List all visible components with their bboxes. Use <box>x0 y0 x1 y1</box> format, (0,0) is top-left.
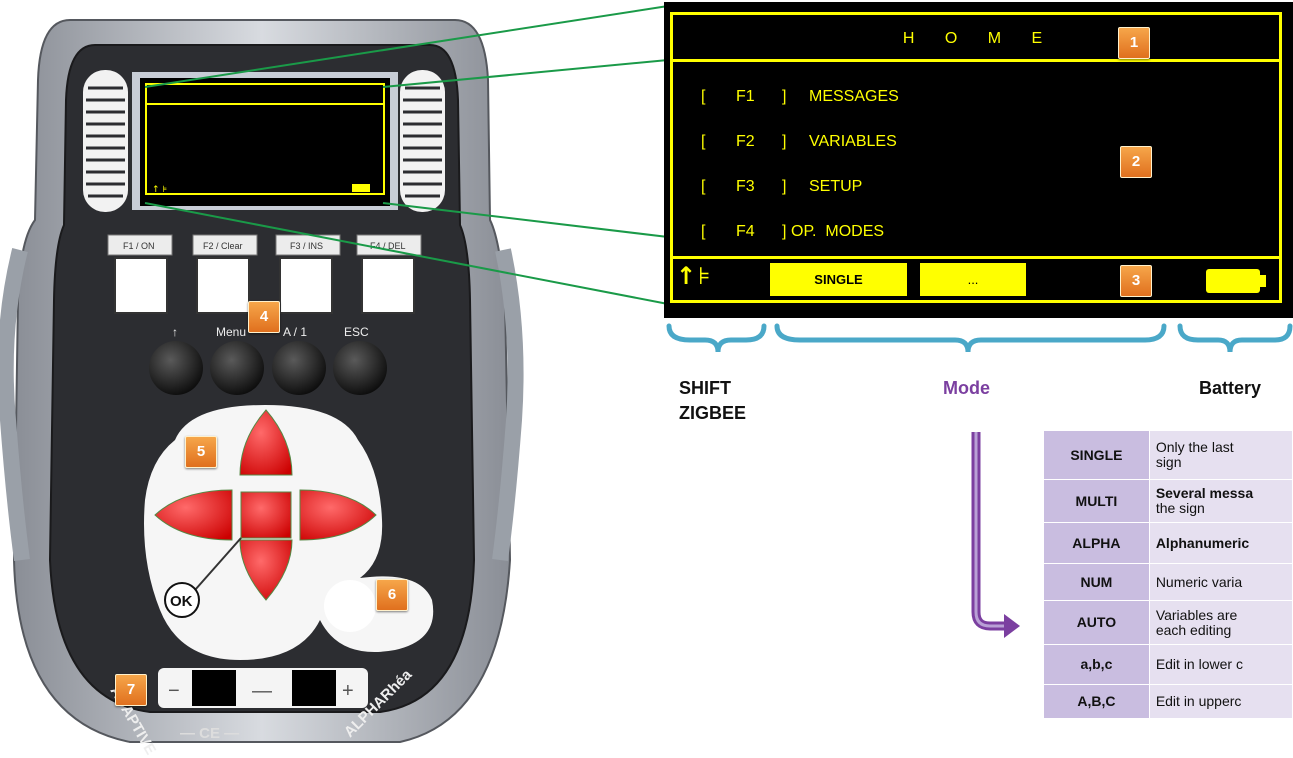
table-row: NUM Numeric varia <box>1043 563 1293 601</box>
caption-shift: SHIFT <box>679 378 731 398</box>
mode-table: SINGLE Only the last sign MULTI Several mes… <box>1043 430 1293 719</box>
caption-mode: Mode <box>943 378 990 398</box>
table-row: AUTO Variables are each editing <box>1043 600 1293 645</box>
caption-battery: Battery <box>1199 378 1262 398</box>
caption-zigbee: ZIGBEE <box>679 403 747 423</box>
table-row: SINGLE Only the last sign <box>1043 430 1293 480</box>
table-row: a,b,c Edit in lower c <box>1043 644 1293 685</box>
table-row: ALPHA Alphanumeric <box>1043 522 1293 564</box>
table-row: MULTI Several messa the sign <box>1043 479 1293 523</box>
table-row: A,B,C Edit in upperc <box>1043 684 1293 719</box>
